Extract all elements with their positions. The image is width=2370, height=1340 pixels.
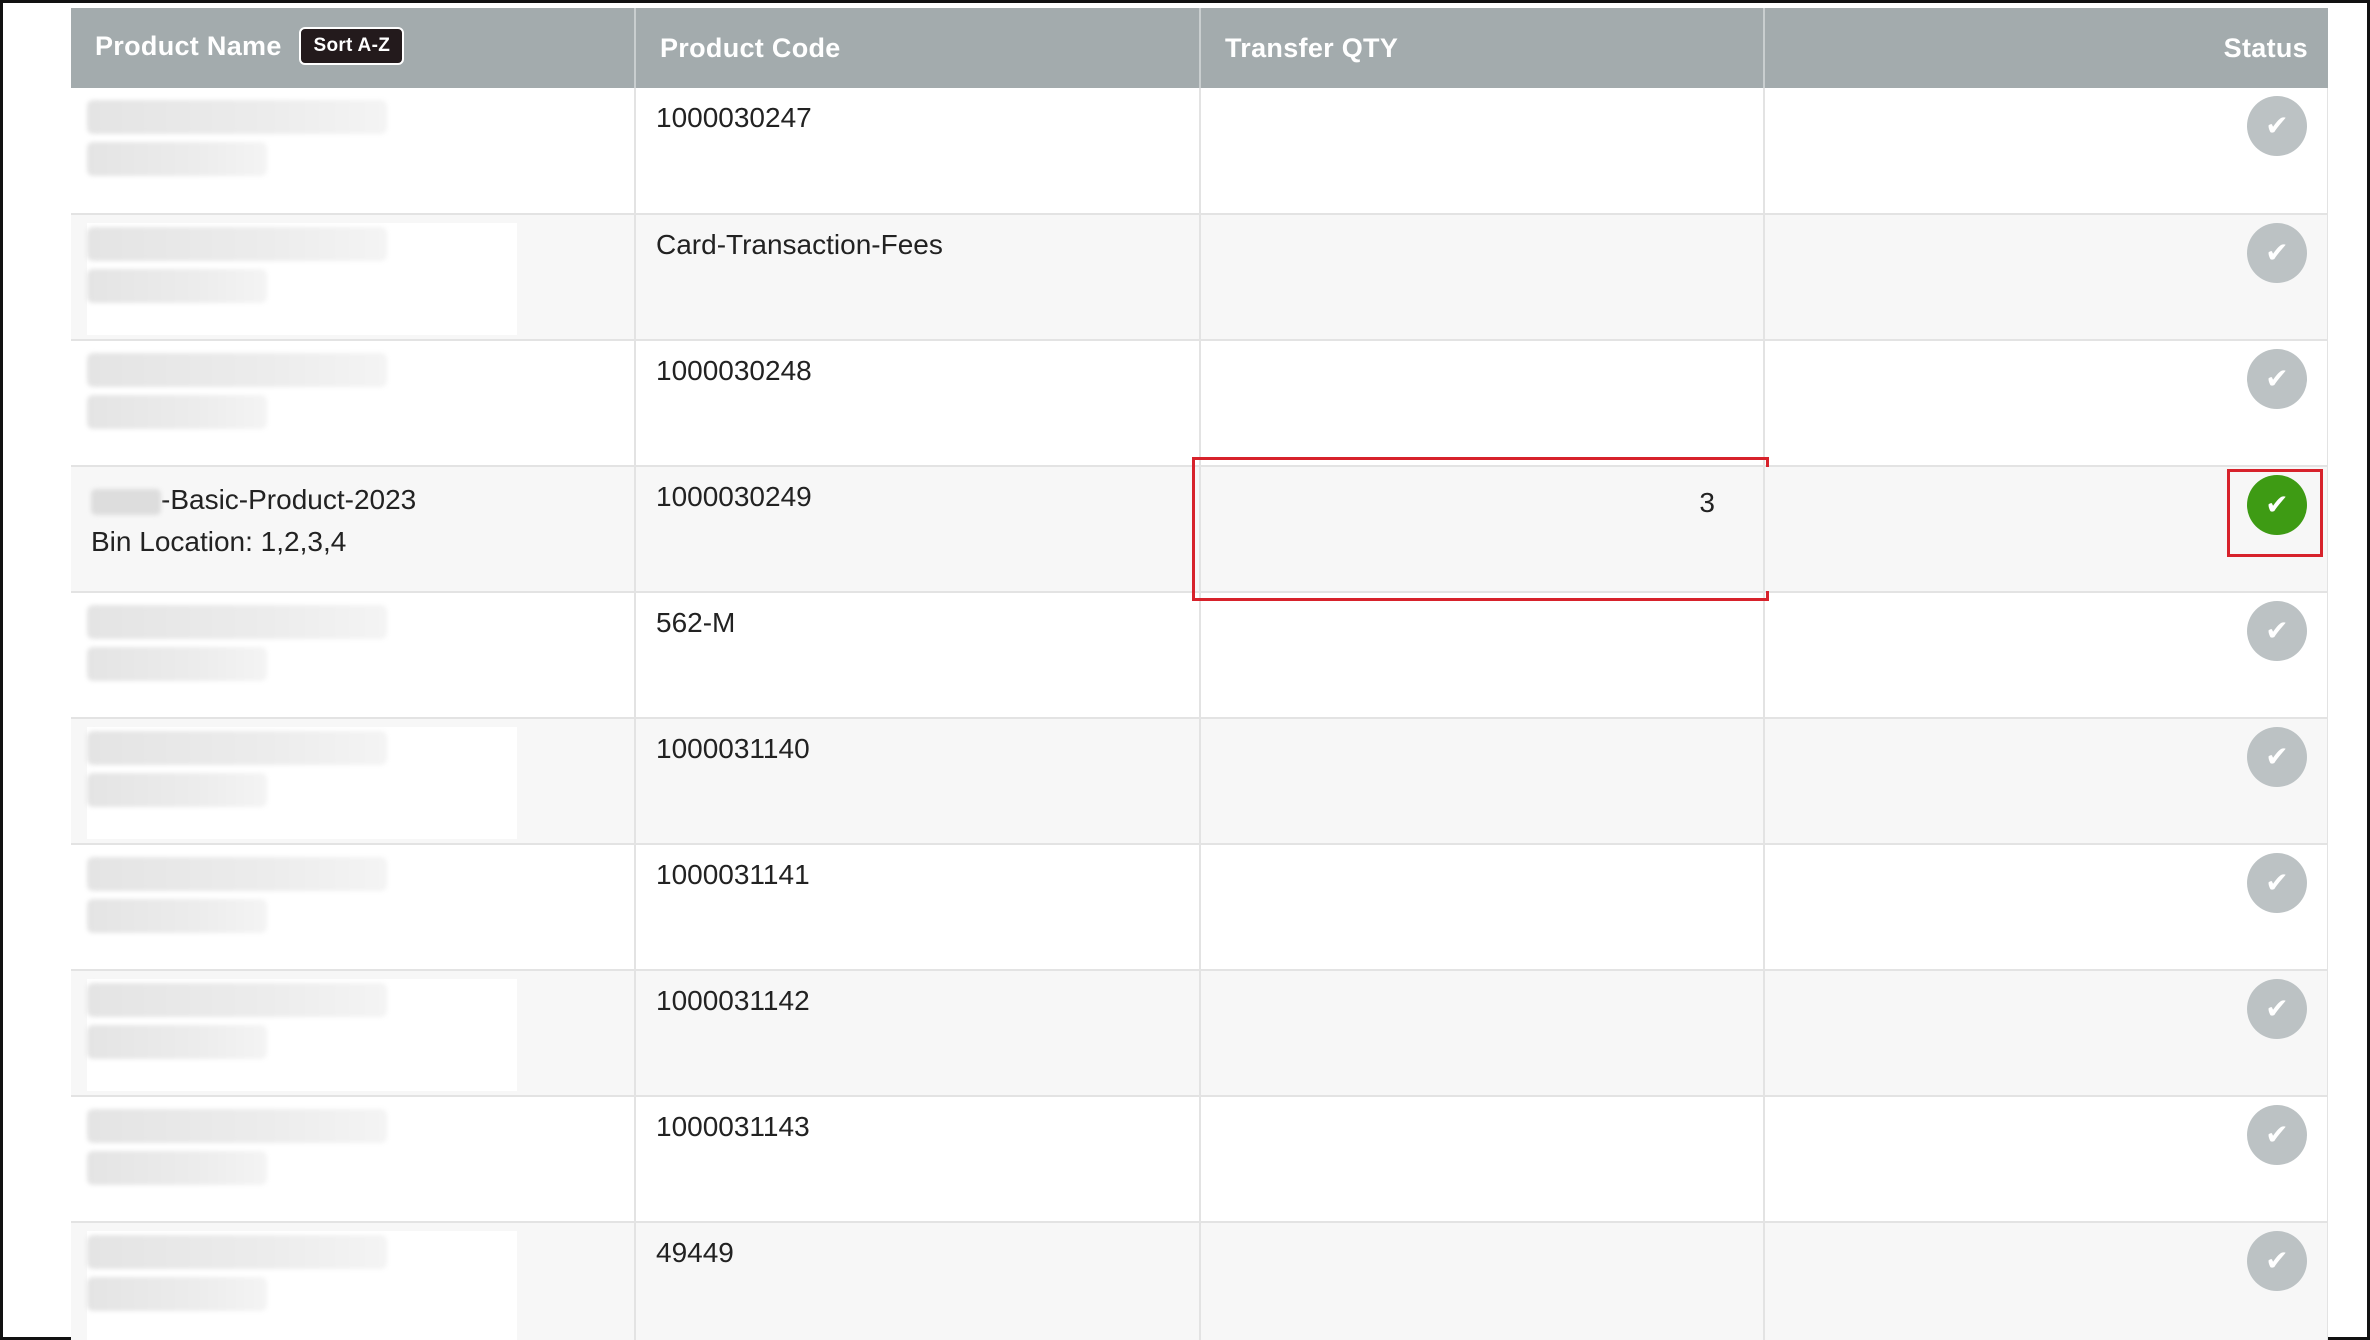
checkmark-icon[interactable]: ✔ bbox=[2247, 601, 2307, 661]
product-name-cell bbox=[71, 88, 636, 215]
product-code-cell: 1000030248 bbox=[635, 340, 1201, 467]
product-code-cell: 562-M bbox=[635, 592, 1201, 719]
column-header-status: Status bbox=[1764, 8, 2328, 88]
product-name-cell bbox=[71, 1096, 636, 1223]
status-cell: ✔ bbox=[1764, 970, 2328, 1097]
table-row[interactable]: 1000031141 ✔ bbox=[71, 844, 2328, 971]
status-cell: ✔ bbox=[1764, 844, 2328, 971]
checkmark-icon[interactable]: ✔ bbox=[2247, 1105, 2307, 1165]
redacted-product-name bbox=[87, 853, 517, 965]
product-code-cell: Card-Transaction-Fees bbox=[635, 214, 1201, 341]
table-body: 1000030247 ✔ Card-Transaction-Fees ✔ 1000030… bbox=[71, 88, 2328, 1340]
redacted-product-name bbox=[87, 601, 517, 713]
product-name-cell bbox=[71, 844, 636, 971]
redacted-text bbox=[91, 488, 161, 515]
table-row[interactable]: 562-M ✔ bbox=[71, 592, 2328, 719]
checkmark-icon[interactable]: ✔ bbox=[2247, 979, 2307, 1039]
transfer-qty-input[interactable] bbox=[1200, 340, 1765, 467]
table-row[interactable]: 1000031142 ✔ bbox=[71, 970, 2328, 1097]
redacted-product-name bbox=[87, 1231, 517, 1340]
transfer-qty-input[interactable] bbox=[1200, 592, 1765, 719]
redacted-product-name bbox=[87, 223, 517, 335]
table-row[interactable]: 1000030247 ✔ bbox=[71, 88, 2328, 215]
checkmark-icon[interactable]: ✔ bbox=[2247, 349, 2307, 409]
table-row[interactable]: 1000030248 ✔ bbox=[71, 340, 2328, 467]
product-name-label: -Basic-Product-2023 bbox=[161, 484, 417, 515]
redacted-product-name bbox=[87, 1105, 517, 1217]
product-name-header-label: Product Name bbox=[95, 31, 282, 62]
transfer-qty-input[interactable] bbox=[1200, 88, 1765, 215]
status-cell: ✔ bbox=[1764, 718, 2328, 845]
transfer-qty-input[interactable] bbox=[1200, 970, 1765, 1097]
transfer-qty-input[interactable] bbox=[1200, 1222, 1765, 1340]
redacted-product-name bbox=[87, 96, 517, 208]
product-name-cell bbox=[71, 340, 636, 467]
status-cell: ✔ bbox=[1764, 1096, 2328, 1223]
column-header-transfer-qty: Transfer QTY bbox=[1200, 8, 1765, 88]
sort-a-z-button[interactable]: Sort A-Z bbox=[299, 27, 405, 65]
column-header-product-name: Product Name Sort A-Z bbox=[71, 8, 636, 88]
product-name-cell: -Basic-Product-2023 Bin Location: 1,2,3,4 bbox=[71, 466, 636, 593]
product-name-cell bbox=[71, 214, 636, 341]
checkmark-icon[interactable]: ✔ bbox=[2247, 1231, 2307, 1291]
table-header-row: Product Name Sort A-Z Product Code Trans… bbox=[71, 8, 2328, 88]
status-cell: ✔ bbox=[1764, 88, 2328, 215]
transfer-qty-input[interactable] bbox=[1200, 1096, 1765, 1223]
transfer-qty-value: 3 bbox=[1699, 487, 1715, 518]
qty-highlight-box bbox=[1192, 457, 1769, 601]
checkmark-icon[interactable]: ✔ bbox=[2247, 96, 2307, 156]
product-code-cell: 1000030247 bbox=[635, 88, 1201, 215]
status-cell: ✔ bbox=[1764, 466, 2328, 593]
product-code-cell: 49449 bbox=[635, 1222, 1201, 1340]
table-row[interactable]: 1000031143 ✔ bbox=[71, 1096, 2328, 1223]
transfer-table-container: Product Name Sort A-Z Product Code Trans… bbox=[71, 8, 2328, 1340]
product-name-cell bbox=[71, 970, 636, 1097]
transfer-qty-input[interactable] bbox=[1200, 844, 1765, 971]
product-code-cell: 1000031142 bbox=[635, 970, 1201, 1097]
table-row[interactable]: -Basic-Product-2023 Bin Location: 1,2,3,4… bbox=[71, 457, 2328, 601]
status-cell: ✔ bbox=[1764, 592, 2328, 719]
status-cell: ✔ bbox=[1764, 1222, 2328, 1340]
product-name-cell bbox=[71, 718, 636, 845]
transfer-qty-input[interactable] bbox=[1200, 214, 1765, 341]
column-header-product-code: Product Code bbox=[635, 8, 1201, 88]
product-code-cell: 1000031143 bbox=[635, 1096, 1201, 1223]
transfer-qty-input[interactable] bbox=[1200, 718, 1765, 845]
transfer-table: Product Name Sort A-Z Product Code Trans… bbox=[71, 8, 2328, 1340]
product-name-cell bbox=[71, 1222, 636, 1340]
checkmark-icon[interactable]: ✔ bbox=[2247, 223, 2307, 283]
redacted-product-name bbox=[87, 349, 517, 461]
product-name-text: -Basic-Product-2023 bbox=[91, 479, 634, 521]
table-row[interactable]: Card-Transaction-Fees ✔ bbox=[71, 214, 2328, 341]
product-code-cell: 1000031141 bbox=[635, 844, 1201, 971]
bin-location-text: Bin Location: 1,2,3,4 bbox=[91, 526, 347, 557]
checkmark-icon[interactable]: ✔ bbox=[2247, 727, 2307, 787]
redacted-product-name bbox=[87, 979, 517, 1091]
checkmark-icon[interactable]: ✔ bbox=[2247, 853, 2307, 913]
product-name-cell bbox=[71, 592, 636, 719]
checkmark-icon[interactable]: ✔ bbox=[2247, 475, 2307, 535]
product-code-cell: 1000031140 bbox=[635, 718, 1201, 845]
table-row[interactable]: 1000031140 ✔ bbox=[71, 718, 2328, 845]
table-row[interactable]: 49449 ✔ bbox=[71, 1222, 2328, 1340]
status-cell: ✔ bbox=[1764, 340, 2328, 467]
product-code-cell: 1000030249 bbox=[635, 466, 1201, 593]
transfer-qty-input[interactable]: 3 bbox=[1192, 457, 1769, 601]
redacted-product-name bbox=[87, 727, 517, 839]
window-frame: Product Name Sort A-Z Product Code Trans… bbox=[0, 0, 2370, 1340]
status-cell: ✔ bbox=[1764, 214, 2328, 341]
